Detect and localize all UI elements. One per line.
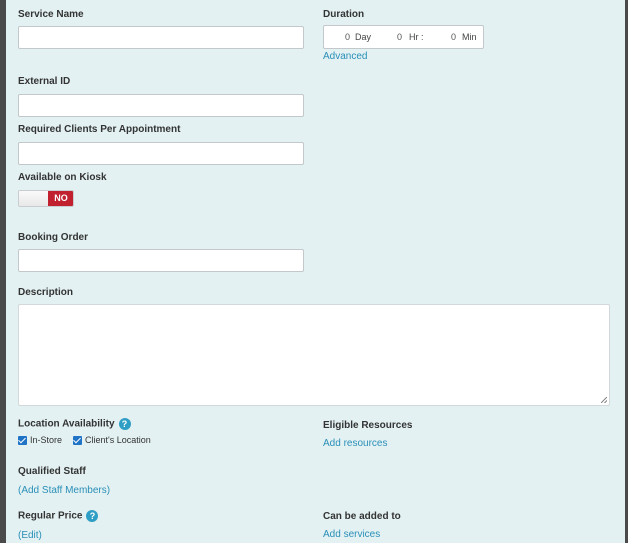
checkbox-label: Client's Location	[85, 435, 151, 445]
description-label: Description	[18, 287, 74, 298]
duration-day-unit: Day	[355, 32, 372, 42]
duration-min-unit: Min	[462, 32, 477, 42]
booking-order-label: Booking Order	[18, 232, 89, 243]
duration-day-input[interactable]: 0	[330, 32, 350, 42]
location-label: Location Availability?	[18, 418, 131, 430]
kiosk-label: Available on Kiosk	[18, 172, 107, 183]
checkbox-checked-icon[interactable]	[73, 436, 82, 446]
toggle-state: NO	[48, 191, 73, 206]
duration-label: Duration	[323, 9, 365, 20]
regular-price-label: Regular Price?	[18, 510, 99, 522]
add-resources-link[interactable]: Add resources	[323, 438, 387, 449]
location-label-text: Location Availability	[18, 418, 115, 430]
resize-handle[interactable]	[601, 397, 607, 403]
service-name-label: Service Name	[18, 9, 84, 20]
qualified-staff-label: Qualified Staff	[18, 466, 86, 477]
description-textarea[interactable]	[18, 304, 610, 406]
checkbox-clients-location[interactable]: Client's Location	[73, 435, 151, 446]
help-icon[interactable]: ?	[86, 510, 99, 522]
can-be-added-label: Can be added to	[323, 511, 401, 522]
regular-price-label-text: Regular Price	[18, 510, 83, 522]
advanced-link[interactable]: Advanced	[323, 51, 367, 62]
duration-field[interactable]: 0 Day 0 Hr : 0 Min	[323, 25, 484, 49]
kiosk-toggle[interactable]: NO	[18, 190, 74, 207]
add-staff-link[interactable]: (Add Staff Members)	[18, 485, 110, 496]
toggle-knob	[19, 191, 49, 206]
required-clients-input[interactable]	[18, 142, 304, 165]
checkbox-label: In-Store	[30, 435, 63, 445]
service-name-input[interactable]	[18, 26, 304, 49]
add-services-link[interactable]: Add services	[323, 529, 380, 540]
external-id-input[interactable]	[18, 94, 304, 117]
duration-hr-input[interactable]: 0	[382, 32, 402, 42]
edit-price-link[interactable]: (Edit)	[18, 530, 42, 541]
duration-min-input[interactable]: 0	[436, 32, 456, 42]
window-frame-left	[0, 0, 6, 543]
eligible-resources-label: Eligible Resources	[323, 420, 413, 431]
help-icon[interactable]: ?	[118, 418, 131, 430]
duration-hr-unit: Hr :	[409, 32, 424, 42]
booking-order-input[interactable]	[18, 249, 304, 272]
external-id-label: External ID	[18, 76, 71, 87]
checkbox-checked-icon[interactable]	[18, 436, 27, 446]
checkbox-in-store[interactable]: In-Store	[18, 435, 63, 446]
required-clients-label: Required Clients Per Appointment	[18, 124, 181, 135]
